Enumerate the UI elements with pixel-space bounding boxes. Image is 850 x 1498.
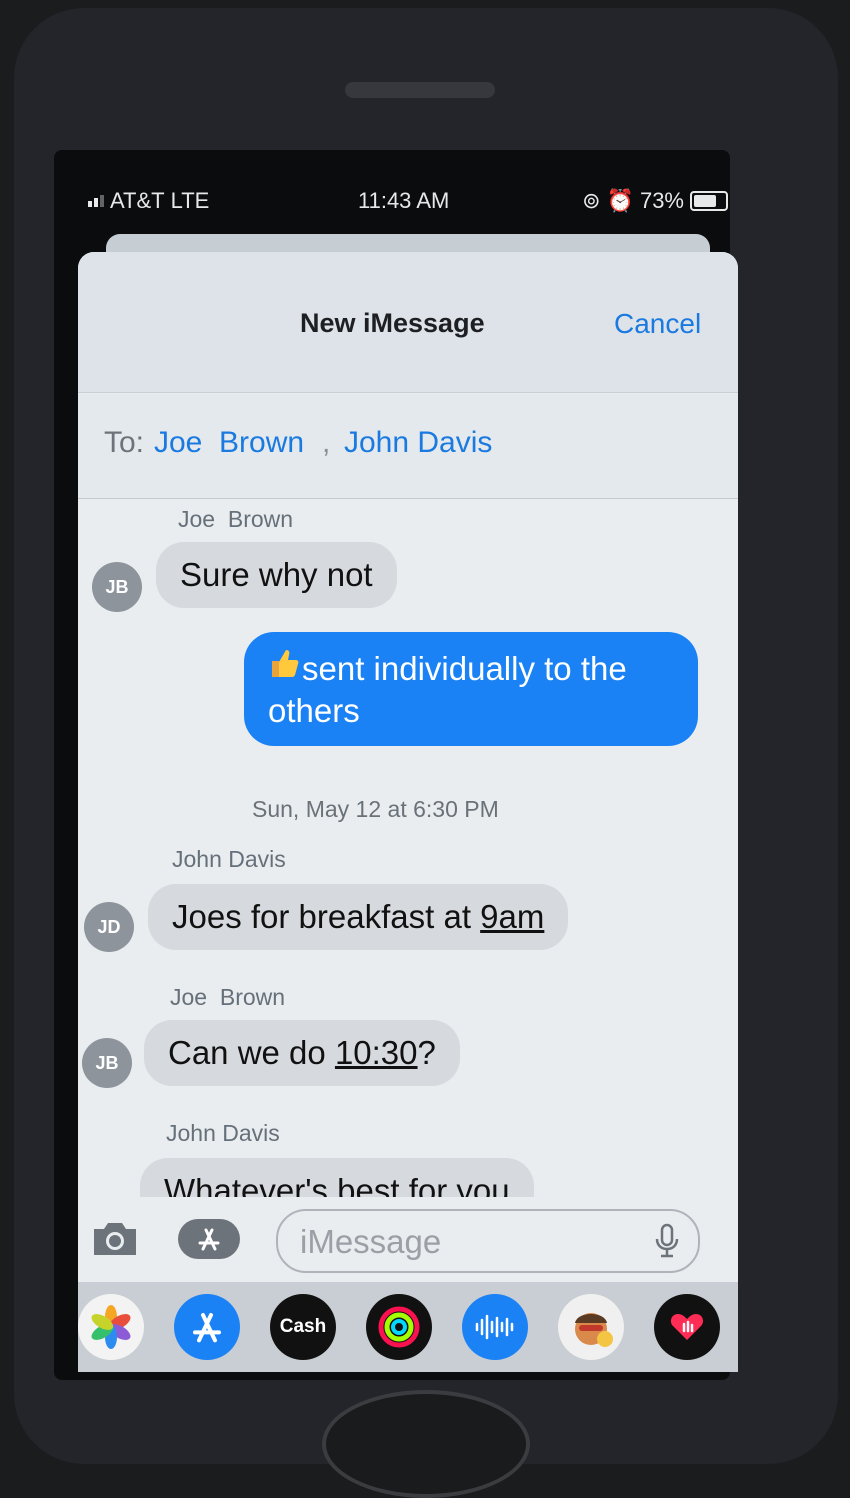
recipient-chip[interactable]: Joe Brown — [154, 426, 304, 460]
alarm-icon: ⏰ — [606, 188, 634, 213]
avatar[interactable]: JD — [84, 902, 134, 952]
microphone-icon[interactable] — [654, 1223, 680, 1264]
network-label: LTE — [170, 188, 210, 213]
thumbs-up-icon — [268, 646, 302, 690]
conversation-timestamp: Sun, May 12 at 6:30 PM — [252, 796, 499, 822]
signal-icon — [88, 195, 104, 207]
camera-icon[interactable] — [90, 1219, 140, 1259]
outgoing-message-bubble[interactable]: sent individually to the others — [244, 632, 698, 746]
avatar[interactable]: JB — [92, 562, 142, 612]
sender-name: John Davis — [172, 846, 286, 872]
app-store-icon[interactable] — [174, 1294, 240, 1360]
battery-icon — [690, 191, 728, 211]
outgoing-message-text: sent individually to the others — [268, 650, 627, 729]
sender-name: John Davis — [166, 1120, 280, 1146]
home-button[interactable] — [322, 1390, 530, 1498]
incoming-message-bubble[interactable]: Joes for breakfast at 9am — [148, 884, 569, 950]
incoming-message-bubble[interactable]: Can we do 10:30? — [144, 1020, 460, 1086]
compose-bar: iMessage — [78, 1197, 738, 1285]
sender-name: Joe Brown — [178, 506, 294, 532]
time-link[interactable]: 10:30 — [335, 1034, 418, 1071]
cancel-button[interactable]: Cancel — [614, 308, 701, 340]
sender-name: Joe Brown — [170, 984, 286, 1010]
activity-icon[interactable] — [366, 1294, 432, 1360]
imessage-app-drawer: Cash — [78, 1282, 738, 1372]
battery-percent: 73% — [639, 188, 684, 213]
recipient-chip[interactable]: John Davis — [344, 426, 492, 460]
orientation-lock-icon: ⊚ — [582, 188, 601, 213]
message-input-placeholder: iMessage — [300, 1223, 442, 1260]
recipients-field[interactable]: To: Joe Brown , John Davis — [78, 394, 738, 499]
earpiece — [345, 82, 495, 98]
apple-cash-icon[interactable]: Cash — [270, 1294, 336, 1360]
sheet-header: New iMessage Cancel — [78, 252, 738, 393]
new-message-sheet: New iMessage Cancel To: Joe Brown , John… — [78, 252, 738, 1372]
message-input[interactable]: iMessage — [276, 1209, 700, 1273]
status-bar: AT&T LTE 11:43 AM ⊚ ⏰ 73% — [88, 184, 728, 220]
digital-touch-icon[interactable] — [654, 1294, 720, 1360]
audio-message-icon[interactable] — [462, 1294, 528, 1360]
recipient-separator: , — [322, 426, 331, 459]
time-link[interactable]: 9am — [480, 898, 544, 935]
page-title: New iMessage — [300, 308, 485, 338]
incoming-message-bubble[interactable]: Sure why not — [156, 542, 397, 608]
photos-icon[interactable] — [78, 1294, 144, 1360]
app-store-icon[interactable] — [178, 1219, 240, 1259]
memoji-icon[interactable] — [558, 1294, 624, 1360]
to-label: To: — [104, 426, 145, 459]
incoming-message-bubble[interactable]: Whatever's best for you — [140, 1158, 534, 1200]
carrier-label: AT&T — [110, 188, 165, 213]
status-time: 11:43 AM — [358, 188, 450, 213]
avatar[interactable]: JB — [82, 1038, 132, 1088]
